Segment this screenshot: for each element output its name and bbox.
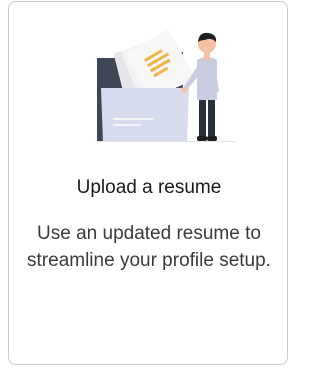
resume-upload-illustration <box>9 2 289 152</box>
resume-folder-person-icon <box>95 30 235 142</box>
upload-resume-card[interactable]: Upload a resume Use an updated resume to… <box>8 1 288 365</box>
card-title: Upload a resume <box>76 177 222 198</box>
card-description: Use an updated resume to streamline your… <box>27 223 271 271</box>
folder-front-shape <box>101 88 189 142</box>
